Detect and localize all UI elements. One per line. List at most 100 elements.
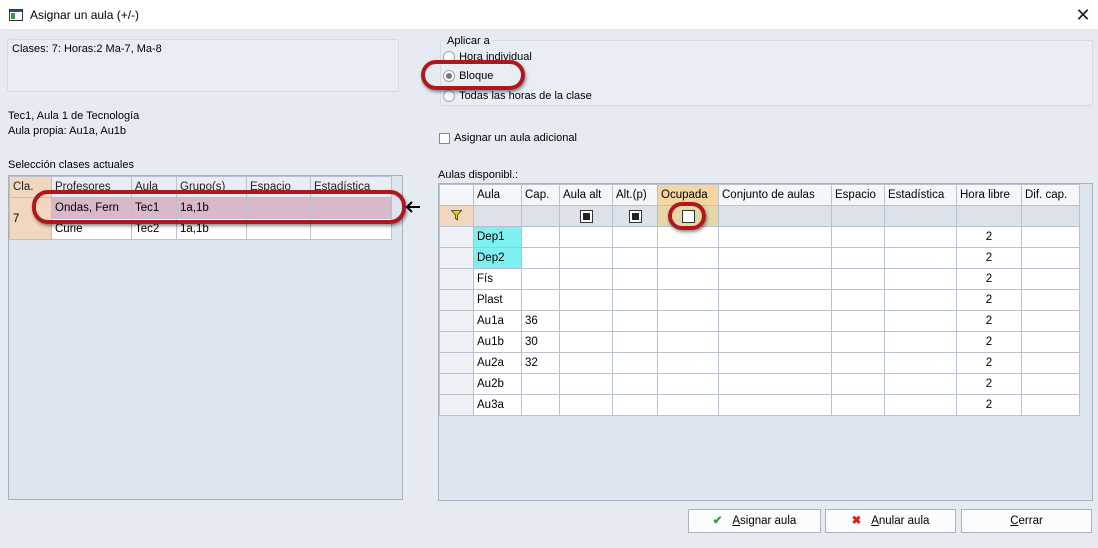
cell-selector[interactable] [439,289,474,311]
cell-estadistica[interactable] [884,226,957,248]
table-row[interactable]: Au3a 2 [439,394,1080,416]
filter-aula-alt-checkbox[interactable] [579,209,593,223]
cell-estadistica[interactable] [884,394,957,416]
cell-profesores[interactable]: Curie [51,218,132,240]
cell-dif-cap[interactable] [1021,226,1080,248]
cell-aula-alt[interactable] [559,247,613,269]
cell-espacio[interactable] [831,247,885,269]
cell-selector[interactable] [439,226,474,248]
cell-espacio[interactable] [831,331,885,353]
cell-selector[interactable] [439,268,474,290]
cell-dif-cap[interactable] [1021,289,1080,311]
cell-ocupada[interactable] [657,247,719,269]
cell-espacio[interactable] [831,373,885,395]
cell-selector[interactable] [439,394,474,416]
cell-cap[interactable]: 30 [521,331,560,353]
filter-cap[interactable] [521,205,560,227]
cell-aula[interactable]: Au1b [473,331,522,353]
cell-aula[interactable]: Tec2 [131,218,177,240]
cell-aula-alt[interactable] [559,310,613,332]
filter-ocupada-checkbox[interactable] [681,209,695,223]
cell-dif-cap[interactable] [1021,310,1080,332]
cell-conjunto[interactable] [718,331,832,353]
cell-conjunto[interactable] [718,226,832,248]
cell-estadistica[interactable] [884,331,957,353]
cell-estadistica[interactable] [310,218,392,240]
col-header-cap[interactable]: Cap. [521,184,560,206]
cell-espacio[interactable] [831,310,885,332]
cell-espacio[interactable] [246,218,311,240]
cell-alt-p[interactable] [612,268,658,290]
cell-dif-cap[interactable] [1021,247,1080,269]
cell-espacio[interactable] [831,226,885,248]
cell-ocupada[interactable] [657,226,719,248]
checkbox-box[interactable] [439,132,450,144]
table-row[interactable]: Dep1 2 [439,226,1080,248]
col-header-grupos[interactable]: Grupo(s) [176,176,247,198]
table-row[interactable]: Au1a 36 2 [439,310,1080,332]
col-header-ocupada[interactable]: Ocupada [657,184,719,206]
cell-espacio[interactable] [831,352,885,374]
cell-aula-alt[interactable] [559,394,613,416]
table-row[interactable]: Fís 2 [439,268,1080,290]
filter-alt-p-checkbox[interactable] [628,209,642,223]
cell-grupos[interactable]: 1a,1b [176,218,247,240]
cell-conjunto[interactable] [718,247,832,269]
cell-cap[interactable]: 32 [521,352,560,374]
cell-dif-cap[interactable] [1021,352,1080,374]
cell-profesores[interactable]: Ondas, Fern [51,197,132,219]
cell-aula-alt[interactable] [559,331,613,353]
cell-estadistica[interactable] [310,197,392,219]
cell-aula[interactable]: Tec1 [131,197,177,219]
cell-conjunto[interactable] [718,373,832,395]
cell-alt-p[interactable] [612,352,658,374]
cell-espacio[interactable] [246,197,311,219]
filter-espacio[interactable] [831,205,885,227]
cell-aula[interactable]: Au2b [473,373,522,395]
cell-cap[interactable] [521,247,560,269]
cell-hora-libre[interactable]: 2 [956,352,1022,374]
current-classes-grid[interactable]: Cla. Profesores Aula Grupo(s) Espacio Es… [8,175,403,500]
radio-indicator[interactable] [443,90,455,103]
radio-hora-individual[interactable]: Hora individual [443,51,532,64]
radio-indicator[interactable] [443,51,455,64]
cell-hora-libre[interactable]: 2 [956,331,1022,353]
col-header-aula[interactable]: Aula [473,184,522,206]
col-header-espacio[interactable]: Espacio [831,184,885,206]
cell-alt-p[interactable] [612,310,658,332]
cell-ocupada[interactable] [657,289,719,311]
table-row[interactable]: Dep2 2 [439,247,1080,269]
cancel-room-button[interactable]: ✖ Anular aula [825,509,956,533]
cell-alt-p[interactable] [612,373,658,395]
cell-aula-alt[interactable] [559,373,613,395]
cell-selector[interactable] [439,331,474,353]
cell-conjunto[interactable] [718,289,832,311]
cell-estadistica[interactable] [884,268,957,290]
col-header-aula-alt[interactable]: Aula alt [559,184,613,206]
cell-selector[interactable] [439,310,474,332]
cell-hora-libre[interactable]: 2 [956,373,1022,395]
col-header-profesores[interactable]: Profesores [51,176,132,198]
cell-espacio[interactable] [831,289,885,311]
cell-aula-alt[interactable] [559,352,613,374]
col-header-estadistica[interactable]: Estadística [884,184,957,206]
filter-hora-libre[interactable] [956,205,1022,227]
cell-espacio[interactable] [831,268,885,290]
cell-cap[interactable]: 36 [521,310,560,332]
cell-aula-alt[interactable] [559,226,613,248]
table-row[interactable]: Plast 2 [439,289,1080,311]
cell-hora-libre[interactable]: 2 [956,268,1022,290]
cell-aula-alt[interactable] [559,268,613,290]
radio-indicator-selected[interactable] [443,70,455,83]
cell-cla[interactable]: 7 [9,197,52,240]
cell-dif-cap[interactable] [1021,394,1080,416]
cell-cap[interactable] [521,226,560,248]
cell-cap[interactable] [521,373,560,395]
table-row[interactable]: Au2b 2 [439,373,1080,395]
cell-dif-cap[interactable] [1021,331,1080,353]
cell-aula-alt[interactable] [559,289,613,311]
cell-alt-p[interactable] [612,331,658,353]
filter-dif-cap[interactable] [1021,205,1080,227]
cell-conjunto[interactable] [718,310,832,332]
filter-icon[interactable] [450,210,463,222]
